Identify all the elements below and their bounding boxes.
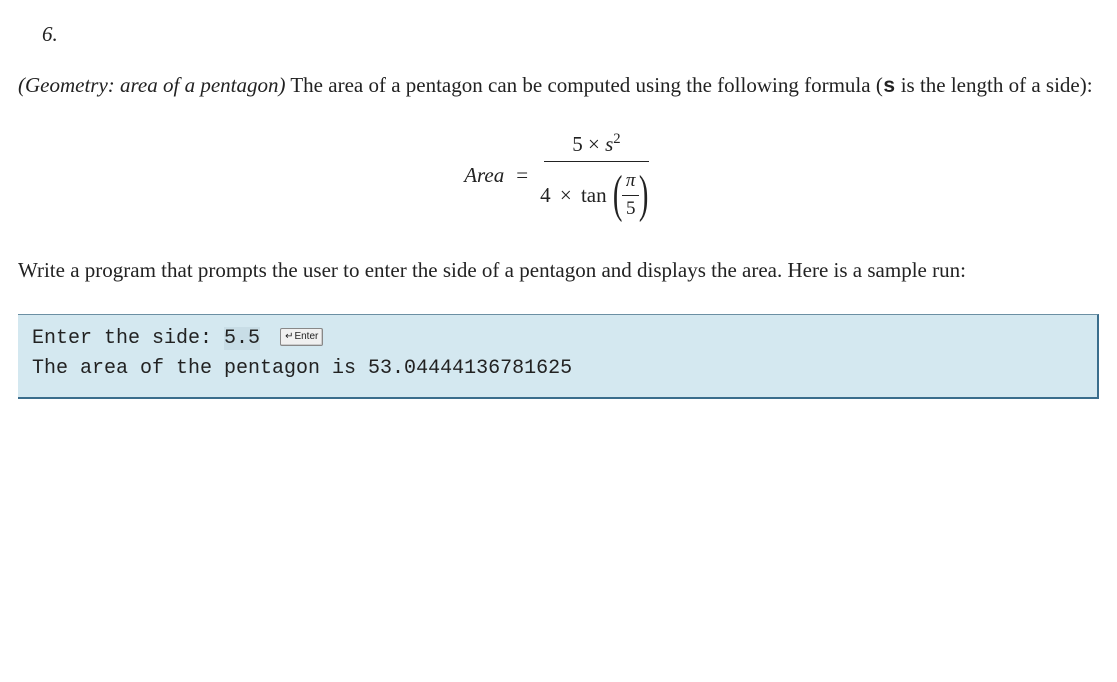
problem-intro: (Geometry: area of a pentagon) The area … — [18, 71, 1099, 102]
sample-input-value: 5.5 — [224, 327, 260, 350]
numerator-exponent: 2 — [613, 131, 620, 147]
formula-equals: = — [516, 161, 528, 190]
numerator-five: 5 — [572, 132, 583, 156]
numerator-times: × — [588, 132, 600, 156]
enter-key-label: Enter — [294, 331, 318, 342]
formula-denominator: 4 × tan ( π 5 ) — [540, 162, 653, 222]
left-paren: ( — [612, 169, 622, 221]
formula-fraction: 5 × s2 4 × tan ( π 5 ) — [540, 129, 653, 223]
problem-title: (Geometry: area of a pentagon) — [18, 73, 285, 97]
denom-tan: tan — [581, 181, 607, 210]
inner-five: 5 — [622, 196, 640, 223]
sample-prompt: Enter the side: — [32, 327, 224, 350]
formula-row: Area = 5 × s2 4 × tan ( π 5 ) — [464, 129, 653, 223]
intro-text-2: is the length of a side): — [895, 73, 1092, 97]
formula-lhs: Area — [464, 161, 504, 190]
intro-text-1: The area of a pentagon can be computed u… — [285, 73, 882, 97]
intro-variable-s: s — [883, 76, 896, 99]
formula-numerator: 5 × s2 — [544, 129, 648, 162]
denom-four: 4 — [540, 181, 551, 210]
sample-input-line: Enter the side: 5.5 ↵Enter — [32, 325, 1083, 353]
denom-times: × — [560, 181, 572, 210]
right-paren: ) — [639, 169, 649, 221]
sample-output-line: The area of the pentagon is 53.044441367… — [32, 355, 1083, 383]
inner-fraction: π 5 — [622, 168, 640, 222]
inner-pi: π — [622, 168, 640, 196]
problem-number: 6. — [42, 20, 1099, 49]
paren-group: ( π 5 ) — [609, 168, 653, 222]
problem-instruction: Write a program that prompts the user to… — [18, 256, 1099, 285]
formula-block: Area = 5 × s2 4 × tan ( π 5 ) — [18, 129, 1099, 223]
enter-arrow-icon: ↵ — [285, 331, 293, 342]
enter-key-icon: ↵Enter — [280, 328, 323, 346]
sample-run-box: Enter the side: 5.5 ↵Enter The area of t… — [18, 314, 1099, 399]
